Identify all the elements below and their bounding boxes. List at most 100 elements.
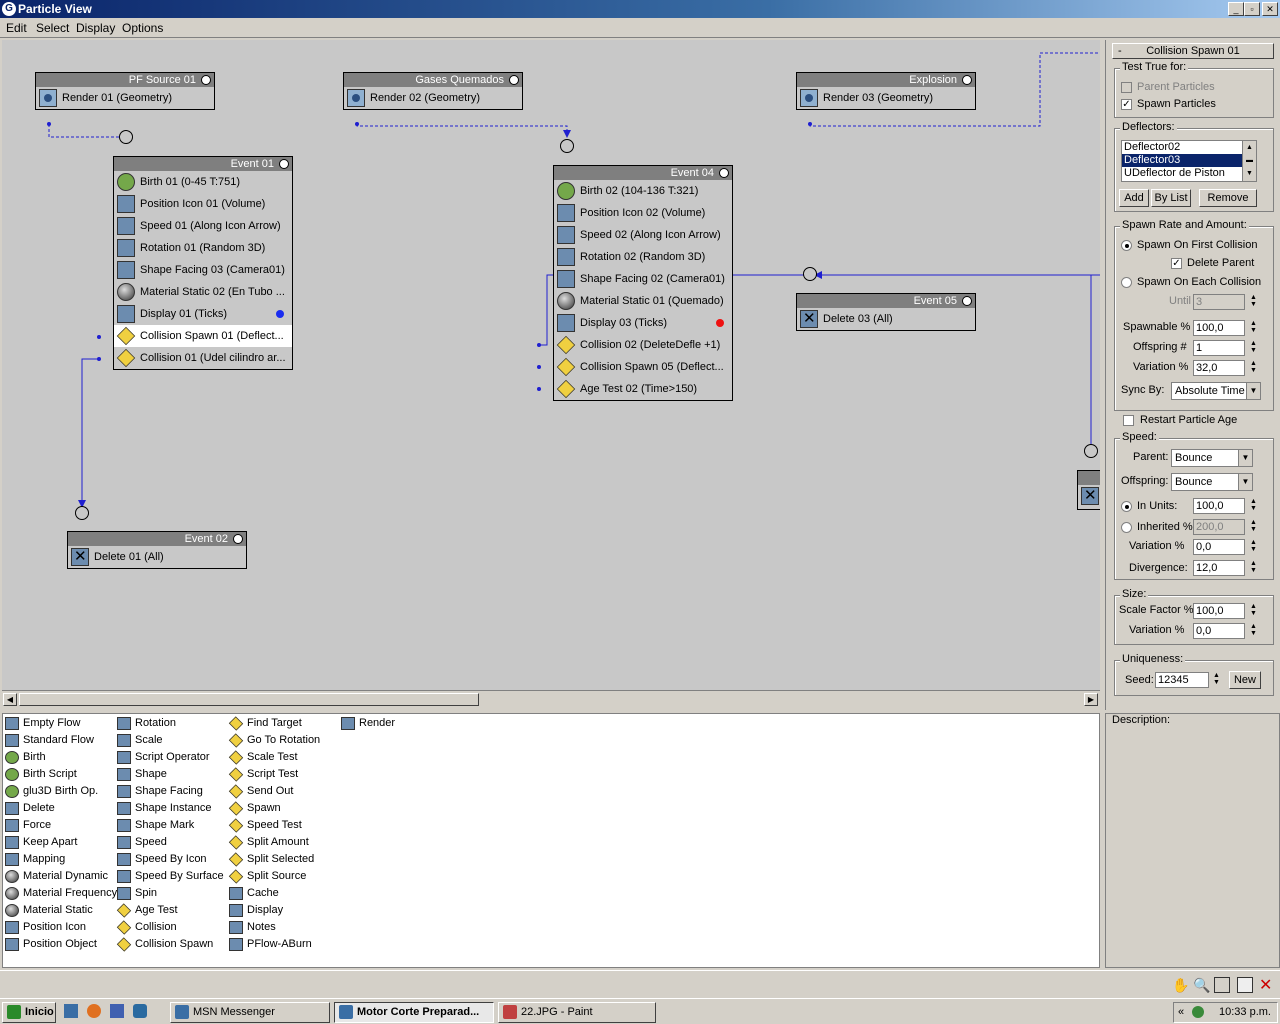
parent-speed-select[interactable]: Bounce ▼ [1171, 449, 1253, 467]
depot-item[interactable]: Speed Test [228, 817, 302, 834]
menu-display[interactable]: Display [76, 21, 115, 35]
depot-item[interactable]: Position Icon [5, 919, 86, 936]
menu-edit[interactable]: Edit [6, 21, 27, 35]
chevron-down-icon[interactable]: ▼ [1238, 450, 1252, 466]
chevron-down-icon[interactable]: ▼ [1246, 383, 1260, 399]
operator-row[interactable]: Display 03 (Ticks) [554, 312, 732, 334]
depot-item[interactable]: Speed [117, 834, 167, 851]
depot-item[interactable]: Delete [5, 800, 55, 817]
depot-item[interactable]: Age Test [116, 902, 178, 919]
spinner-icon[interactable]: ▲ ▼ [1249, 560, 1258, 576]
operator-row[interactable]: Age Test 02 (Time>150) [554, 378, 732, 400]
operator-row[interactable]: Material Static 02 (En Tubo ... [114, 281, 292, 303]
event-input-socket[interactable] [560, 139, 574, 153]
menu-select[interactable]: Select [36, 21, 69, 35]
task-paint[interactable]: 22.JPG - Paint [498, 1002, 656, 1023]
depot-item[interactable]: Script Test [228, 766, 298, 783]
operator-row[interactable]: Render 01 (Geometry) [36, 87, 214, 109]
node-header[interactable]: Gases Quemados [344, 73, 522, 87]
depot-item[interactable]: Cache [229, 885, 279, 902]
parent-particles-checkbox[interactable] [1121, 82, 1132, 93]
variation-field[interactable]: 32,0 [1193, 360, 1245, 376]
size-variation-field[interactable]: 0,0 [1193, 623, 1245, 639]
operator-row[interactable]: Delete 01 (All) [68, 546, 246, 568]
event-node-event-05[interactable]: Event 05 Delete 03 (All) [796, 293, 976, 331]
node-header[interactable]: Event 02 [68, 532, 246, 546]
spinner-icon[interactable]: ▲ ▼ [1249, 623, 1258, 639]
depot-item[interactable]: Scale Test [228, 749, 298, 766]
operator-row[interactable]: Render 02 (Geometry) [344, 87, 522, 109]
seed-field[interactable]: 12345 [1155, 672, 1209, 688]
spinner-icon[interactable]: ▲ ▼ [1212, 672, 1221, 688]
operator-row[interactable]: Display 01 (Ticks) [114, 303, 292, 325]
remove-button[interactable]: Remove [1199, 189, 1257, 207]
event-input-socket[interactable] [803, 267, 817, 281]
canvas-horizontal-scrollbar[interactable]: ◀ ▶ [2, 690, 1100, 707]
operator-row[interactable]: Position Icon 02 (Volume) [554, 202, 732, 224]
offspring-field[interactable]: 1 [1193, 340, 1245, 356]
spawn-particles-checkbox[interactable]: ✓ [1121, 99, 1132, 110]
add-button[interactable]: Add [1119, 189, 1149, 207]
operator-row[interactable]: Collision 01 (Udel cilindro ar... [114, 347, 292, 369]
spawn-first-radio[interactable] [1121, 240, 1132, 251]
task-3dsmax[interactable]: Motor Corte Preparad... [334, 1002, 494, 1023]
depot-item[interactable]: Keep Apart [5, 834, 77, 851]
quicklaunch-desktop-icon[interactable] [64, 1004, 78, 1018]
operator-row[interactable]: Collision 02 (DeleteDefle +1) [554, 334, 732, 356]
depot-item[interactable]: Mapping [5, 851, 65, 868]
operator-row[interactable] [1078, 485, 1100, 507]
operator-row[interactable]: Render 03 (Geometry) [797, 87, 975, 109]
list-item-selected[interactable]: Deflector03 [1122, 154, 1256, 167]
start-button[interactable]: Inicio [2, 1002, 56, 1023]
quicklaunch-3dsmax-icon[interactable] [133, 1004, 147, 1018]
scroll-thumb[interactable] [19, 693, 479, 706]
depot-item[interactable]: Force [5, 817, 51, 834]
scale-factor-field[interactable]: 100,0 [1193, 603, 1245, 619]
close-button[interactable]: ✕ [1262, 2, 1278, 16]
bulb-icon[interactable] [201, 75, 211, 85]
zoom-extents-icon[interactable] [1237, 977, 1253, 993]
event-input-socket[interactable] [1084, 444, 1098, 458]
pan-icon[interactable]: ✋ [1172, 977, 1189, 994]
spinner-icon[interactable]: ▲ ▼ [1249, 294, 1258, 310]
spinner-icon[interactable]: ▲ ▼ [1249, 340, 1258, 356]
node-header[interactable]: Event 04 [554, 166, 732, 180]
depot-item[interactable]: glu3D Birth Op. [5, 783, 98, 800]
restart-age-checkbox[interactable] [1123, 415, 1134, 426]
spawnable-field[interactable]: 100,0 [1193, 320, 1245, 336]
msn-tray-icon[interactable] [1192, 1006, 1204, 1018]
operator-row[interactable]: Birth 02 (104-136 T:321) [554, 180, 732, 202]
inherited-radio[interactable] [1121, 522, 1132, 533]
depot-item[interactable]: Render [341, 715, 395, 732]
spinner-icon[interactable]: ▲ ▼ [1249, 519, 1258, 535]
node-header[interactable]: Explosion [797, 73, 975, 87]
chevron-down-icon[interactable]: ▼ [1238, 474, 1252, 490]
depot-item[interactable]: Rotation [117, 715, 176, 732]
tray-expand-icon[interactable]: « [1178, 1003, 1184, 1022]
operator-row[interactable]: Shape Facing 03 (Camera01) [114, 259, 292, 281]
operator-row[interactable]: Birth 01 (0-45 T:751) [114, 171, 292, 193]
zoom-icon[interactable]: 🔍 [1193, 977, 1210, 994]
node-header[interactable]: PF Source 01 [36, 73, 214, 87]
operator-row[interactable]: Material Static 01 (Quemado) [554, 290, 732, 312]
in-units-field[interactable]: 100,0 [1193, 498, 1245, 514]
spinner-icon[interactable]: ▲ ▼ [1249, 603, 1258, 619]
depot-item[interactable]: Shape Instance [117, 800, 211, 817]
minimize-button[interactable]: _ [1228, 2, 1244, 16]
bulb-icon[interactable] [962, 75, 972, 85]
operator-row[interactable]: Rotation 01 (Random 3D) [114, 237, 292, 259]
bulb-icon[interactable] [233, 534, 243, 544]
depot-item[interactable]: Send Out [228, 783, 293, 800]
operator-row[interactable]: Delete 03 (All) [797, 308, 975, 330]
depot-item[interactable]: Split Amount [228, 834, 309, 851]
depot-item[interactable]: Collision [116, 919, 177, 936]
depot-item[interactable]: Find Target [228, 715, 302, 732]
deflectors-list[interactable]: Deflector02 Deflector03 UDeflector de Pi… [1121, 140, 1257, 182]
depot-item[interactable]: Shape Facing [117, 783, 203, 800]
scroll-right-icon[interactable]: ▶ [1084, 693, 1098, 706]
depot-item[interactable]: Scale [117, 732, 163, 749]
menu-options[interactable]: Options [122, 21, 163, 35]
spawn-each-radio[interactable] [1121, 277, 1132, 288]
depot-item[interactable]: Birth [5, 749, 46, 766]
operator-row[interactable]: Rotation 02 (Random 3D) [554, 246, 732, 268]
